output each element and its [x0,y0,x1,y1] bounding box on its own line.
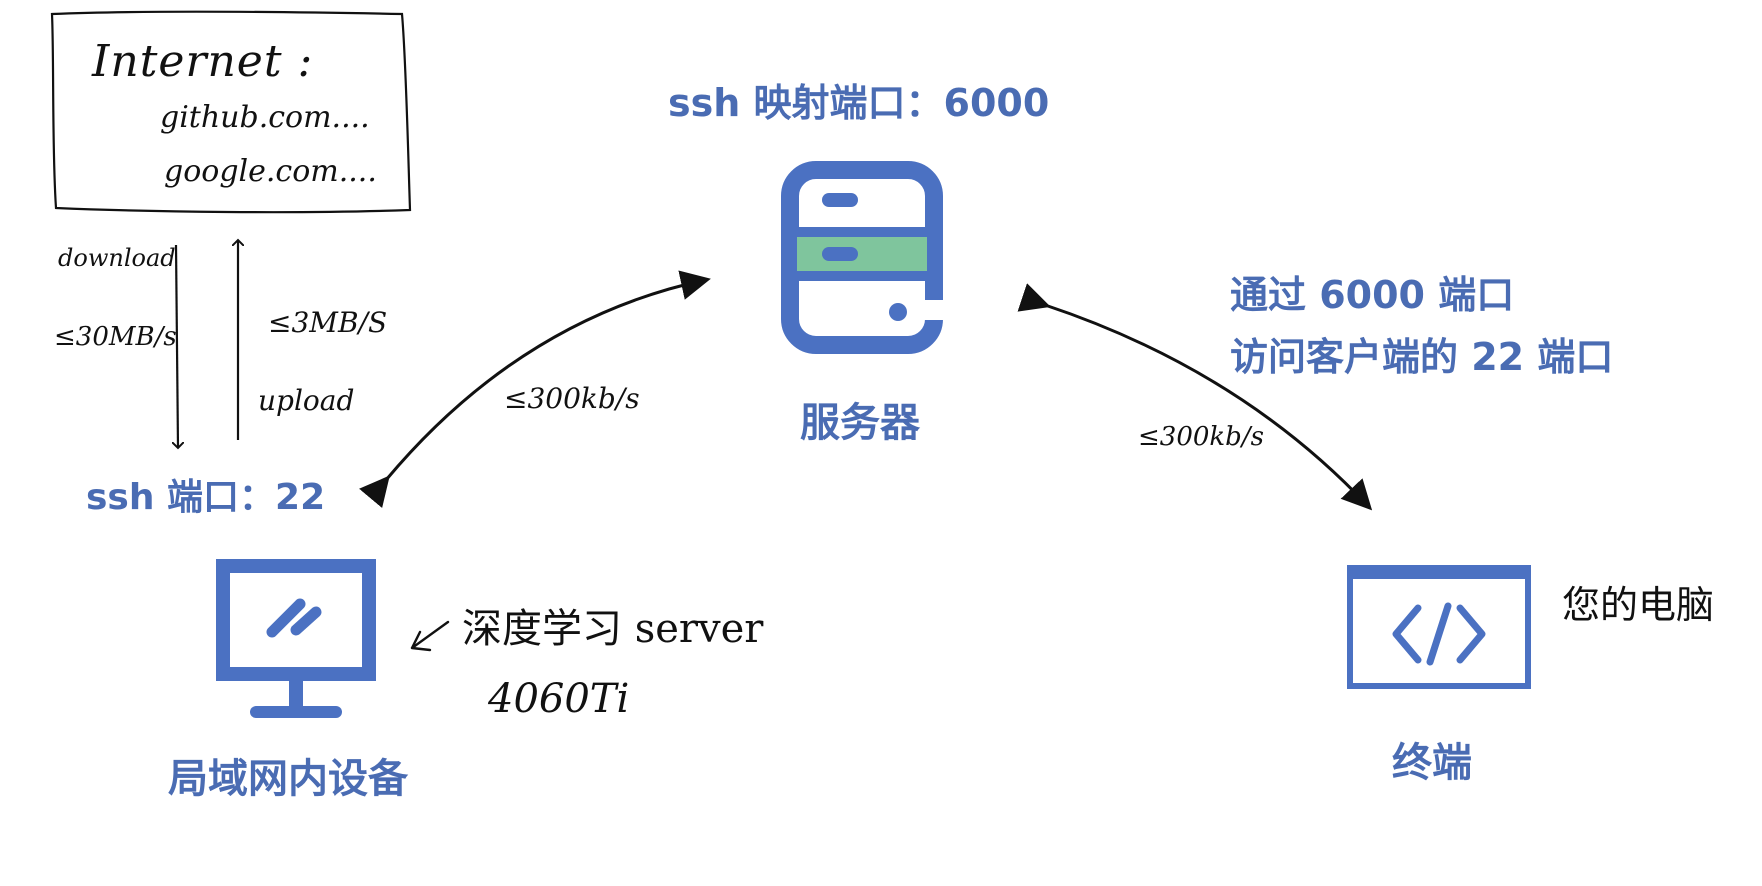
server-mapped-port: ssh 映射端口：6000 [668,81,1050,125]
terminal-access-line-1: 通过 6000 端口 [1230,273,1515,317]
internet-site-github: github.com.... [160,100,370,135]
terminal-label: 终端 [1392,740,1472,786]
download-speed: ≤30MB/s [54,322,177,352]
lan-device-label: 局域网内设备 [168,756,408,802]
download-label: download [58,244,176,272]
lan-device-note: 深度学习 server [462,606,764,652]
right-link-speed: ≤300kb/s [1138,422,1264,452]
server-note-arrow [410,620,450,652]
lan-ssh-port: ssh 端口：22 [86,477,326,518]
code-window-icon [1347,565,1531,689]
terminal-access-line-2: 访问客户端的 22 端口 [1230,335,1614,379]
internet-site-google: google.com.... [164,154,377,189]
monitor-icon [216,559,376,718]
internet-title: Internet : [92,36,314,87]
lan-server-link [359,270,711,509]
terminal-note: 您的电脑 [1562,583,1715,627]
server-icon [781,161,944,354]
upload-label: upload [258,384,355,417]
lan-device-gpu: 4060Ti [488,676,630,722]
upload-speed: ≤3MB/S [268,306,388,339]
server-label: 服务器 [800,400,920,446]
left-link-speed: ≤300kb/s [504,382,640,415]
